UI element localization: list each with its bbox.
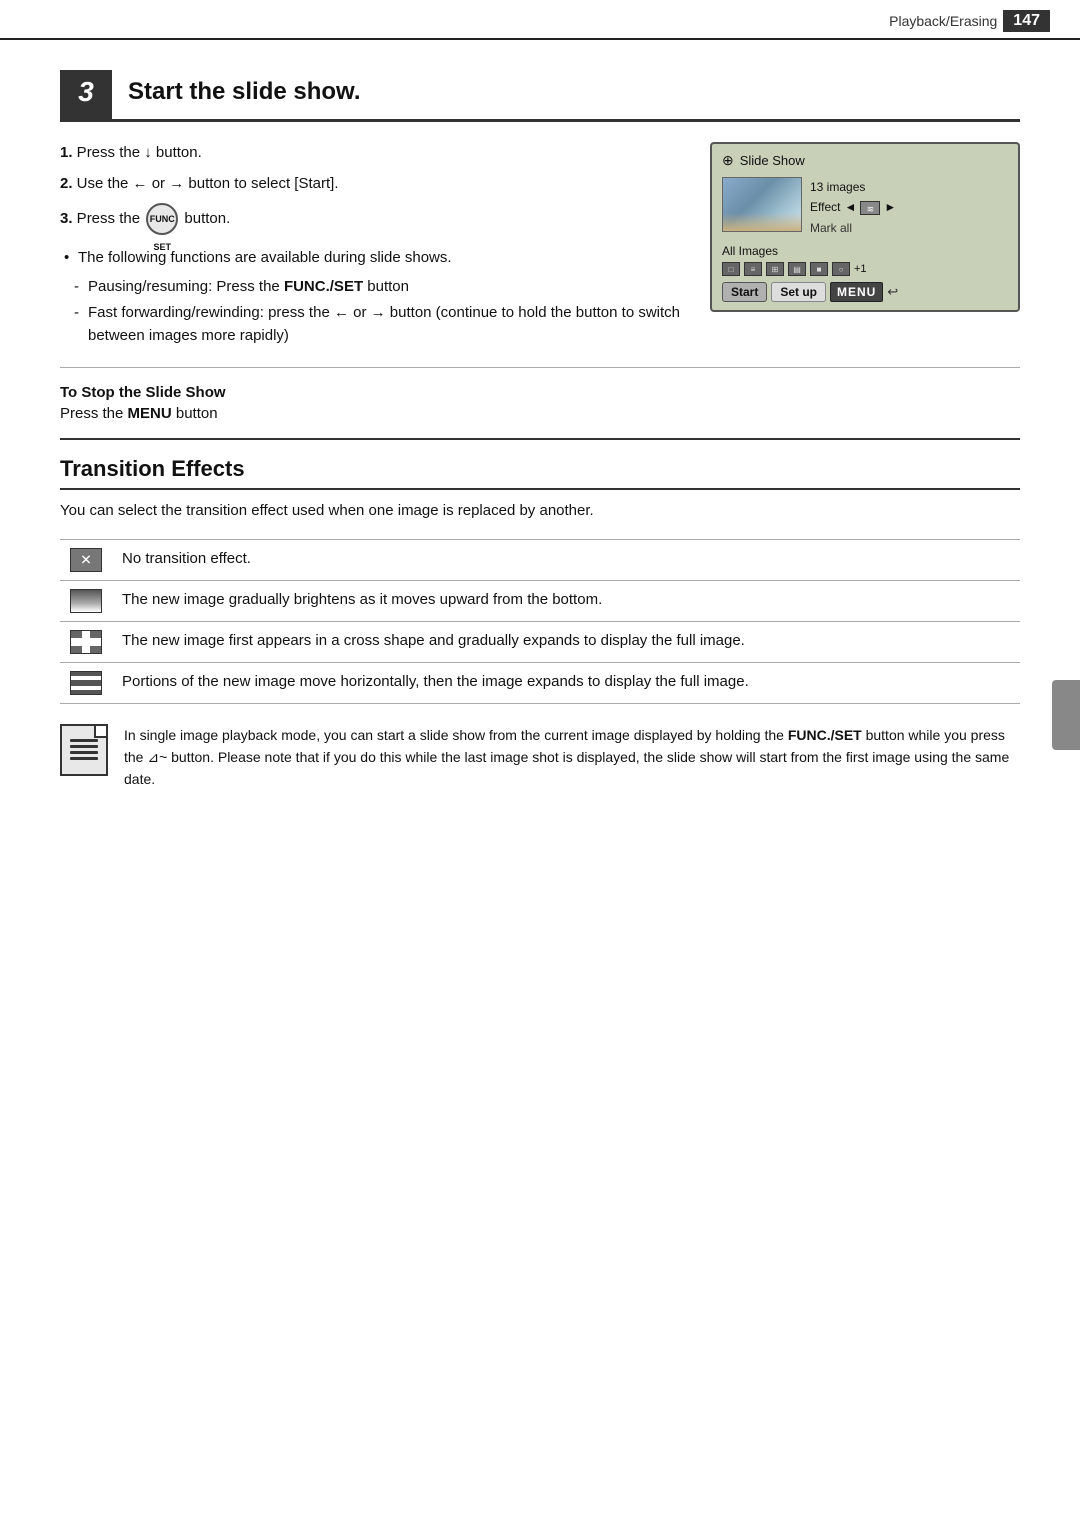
screen-title: Slide Show <box>740 153 805 168</box>
page-number-area: Playback/Erasing 147 <box>889 10 1050 32</box>
screen-icon-2: ≡ <box>744 262 762 276</box>
screen-thumbnail <box>722 177 802 232</box>
step-1: 1. Press the ↓ button. <box>60 142 680 165</box>
screen-title-row: ⊕ Slide Show <box>722 152 1008 169</box>
section-title: Start the slide show. <box>128 78 361 105</box>
note-icon <box>60 724 108 776</box>
images-count: 13 images <box>810 177 1008 197</box>
camera-screen: ⊕ Slide Show 13 images Effect ◄ ≋ ► Mark… <box>710 142 1020 312</box>
step-2: 2. Use the ← or → button to select [Star… <box>60 173 680 196</box>
effect-icon-cell-3 <box>60 621 112 662</box>
all-images-label: All Images <box>722 244 778 258</box>
effect-icon-cell-4 <box>60 662 112 703</box>
dash-item-2: Fast forwarding/rewinding: press the ← o… <box>60 302 680 347</box>
effect-icon-cell-1 <box>60 539 112 580</box>
effect-label: Effect <box>810 197 840 217</box>
divider-bold-1 <box>60 438 1020 440</box>
main-content: 3 Start the slide show. 1. Press the ↓ b… <box>0 40 1080 821</box>
stop-text: Press the MENU button <box>60 405 1020 422</box>
effect-row-1: No transition effect. <box>60 539 1020 580</box>
note-line-4 <box>70 757 98 760</box>
note-line-1 <box>70 739 98 742</box>
effect-desc-3: The new image first appears in a cross s… <box>112 621 1020 662</box>
screen-info: 13 images Effect ◄ ≋ ► Mark all <box>810 177 1008 238</box>
mark-all-text: Mark all <box>810 218 1008 238</box>
stop-section: To Stop the Slide Show Press the MENU bu… <box>60 384 1020 422</box>
screen-icon-4: ▤ <box>788 262 806 276</box>
cross-icon <box>70 630 102 654</box>
screen-icon-6: ○ <box>832 262 850 276</box>
transition-title: Transition Effects <box>60 456 1020 490</box>
note-line-2 <box>70 745 98 748</box>
effect-desc-4: Portions of the new image move horizonta… <box>112 662 1020 703</box>
all-images-row: All Images <box>722 244 1008 258</box>
effect-arrow-left-icon[interactable]: ◄ <box>844 197 856 217</box>
effect-desc-1: No transition effect. <box>112 539 1020 580</box>
horizontal-icon <box>70 671 102 695</box>
menu-button[interactable]: MENU <box>830 282 883 302</box>
note-icon-lines <box>70 739 98 760</box>
effects-table: No transition effect. The new image grad… <box>60 539 1020 704</box>
screen-icon-3: ⊞ <box>766 262 784 276</box>
screen-icon-plus1: +1 <box>854 263 867 275</box>
screen-icon-5: ■ <box>810 262 828 276</box>
right-edge-tab <box>1052 680 1080 750</box>
section-label: Playback/Erasing <box>889 13 997 29</box>
no-effect-icon <box>70 548 102 572</box>
screen-body: 13 images Effect ◄ ≋ ► Mark all <box>722 177 1008 238</box>
compass-icon: ⊕ <box>722 152 734 169</box>
screen-buttons-row: Start Set up MENU ↩ <box>722 282 1008 302</box>
screen-icon-1: □ <box>722 262 740 276</box>
step-area: 1. Press the ↓ button. 2. Use the ← or →… <box>60 142 1020 351</box>
steps-list: 1. Press the ↓ button. 2. Use the ← or →… <box>60 142 680 235</box>
page-header: Playback/Erasing 147 <box>0 0 1080 40</box>
bullet-item: The following functions are available du… <box>60 247 680 270</box>
effect-row-3: The new image first appears in a cross s… <box>60 621 1020 662</box>
effect-row: Effect ◄ ≋ ► <box>810 197 1008 217</box>
transition-section: Transition Effects You can select the tr… <box>60 456 1020 791</box>
camera-screen-mockup: ⊕ Slide Show 13 images Effect ◄ ≋ ► Mark… <box>710 142 1020 351</box>
effect-row-2: The new image gradually brightens as it … <box>60 580 1020 621</box>
page-number: 147 <box>1003 10 1050 32</box>
or-text: or <box>152 175 165 192</box>
note-line-3 <box>70 751 98 754</box>
divider-1 <box>60 367 1020 368</box>
effect-icon-cell-2 <box>60 580 112 621</box>
note-icon-corner <box>94 726 106 738</box>
effect-arrow-right-icon[interactable]: ► <box>884 197 896 217</box>
setup-button[interactable]: Set up <box>771 282 826 302</box>
section-number: 3 <box>60 70 112 122</box>
stop-title: To Stop the Slide Show <box>60 384 1020 401</box>
start-button[interactable]: Start <box>722 282 767 302</box>
gradient-icon <box>70 589 102 613</box>
step-3: 3. Press the FUNC SET button. <box>60 203 680 235</box>
note-box: In single image playback mode, you can s… <box>60 724 1020 791</box>
screen-icons-row: □ ≡ ⊞ ▤ ■ ○ +1 <box>722 262 1008 276</box>
dash-item-1: Pausing/resuming: Press the FUNC./SET bu… <box>60 276 680 299</box>
effect-desc-2: The new image gradually brightens as it … <box>112 580 1020 621</box>
section-3-header: 3 Start the slide show. <box>60 70 1020 122</box>
note-text: In single image playback mode, you can s… <box>124 724 1020 791</box>
return-icon: ↩ <box>887 284 898 300</box>
func-set-button-icon: FUNC SET <box>146 203 178 235</box>
step-text: 1. Press the ↓ button. 2. Use the ← or →… <box>60 142 680 351</box>
section-title-bar: Start the slide show. <box>112 70 1020 122</box>
effect-icon: ≋ <box>860 201 880 215</box>
effect-row-4: Portions of the new image move horizonta… <box>60 662 1020 703</box>
transition-desc: You can select the transition effect use… <box>60 500 1020 523</box>
